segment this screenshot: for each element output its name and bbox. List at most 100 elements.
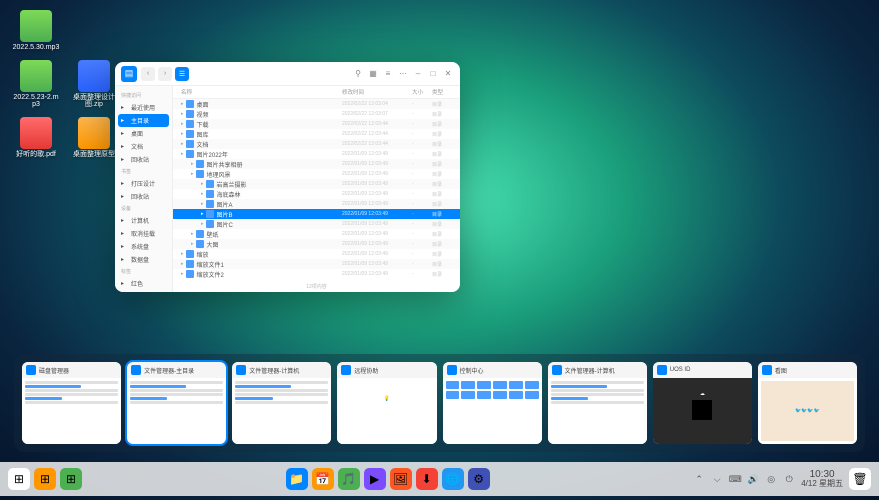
file-date: 2022/02/22 12:03:07 <box>342 111 412 117</box>
file-date: 2022/02/22 12:03:44 <box>342 141 412 147</box>
clock[interactable]: 10:30 4/12 星期五 <box>801 470 843 488</box>
file-label: 2022.5.30.mp3 <box>12 44 60 52</box>
col-size[interactable]: 大小 <box>412 88 432 96</box>
sidebar-item[interactable]: ▸计算机 <box>115 214 172 227</box>
dock-app-icon[interactable]: ▶ <box>364 468 386 490</box>
file-row[interactable]: ▸视频2022/02/22 12:03:07-目录 <box>173 109 460 119</box>
file-name: 缩放文件2 <box>197 270 224 279</box>
task-thumbnail[interactable]: 看图🐦🐦🐦🐦 <box>758 362 857 444</box>
file-name: 图片共享相册 <box>207 160 243 169</box>
col-name[interactable]: 名称 <box>181 88 342 96</box>
app-icon <box>236 365 246 375</box>
file-date: 2022/02/22 12:03:44 <box>342 121 412 127</box>
sidebar-label: 系统盘 <box>131 242 149 251</box>
file-row[interactable]: ▸岩高兰摄影2022/01/09 12:03:49-目录 <box>173 179 460 189</box>
sidebar-item[interactable]: ▸系统盘 <box>115 240 172 253</box>
sidebar-item[interactable]: ▸文档 <box>115 140 172 153</box>
power-icon[interactable]: ⏻ <box>783 473 795 485</box>
file-row[interactable]: ▸大图2022/01/09 12:03:49-目录 <box>173 239 460 249</box>
tray-up-icon[interactable]: ⌃ <box>693 473 705 485</box>
task-thumbnail[interactable]: 文件管理器-计算机 <box>232 362 331 444</box>
file-row[interactable]: ▸缩放文件22022/01/09 12:03:49-目录 <box>173 269 460 279</box>
file-row[interactable]: ▸地理风景2022/01/09 12:03:49-目录 <box>173 169 460 179</box>
launcher-icon[interactable]: ⊞ <box>34 468 56 490</box>
keyboard-icon[interactable]: ⌨ <box>729 473 741 485</box>
file-row[interactable]: ▸图片2022年2022/01/09 12:03:49-目录 <box>173 149 460 159</box>
file-type: 目录 <box>432 111 452 118</box>
task-thumbnail[interactable]: 远程协助💡 <box>337 362 436 444</box>
dock-app-icon[interactable]: 📁 <box>286 468 308 490</box>
sidebar-item[interactable]: ▸取消挂载 <box>115 227 172 240</box>
file-type: 目录 <box>432 211 452 218</box>
dock-app-icon[interactable]: 🖼 <box>390 468 412 490</box>
menu-icon[interactable]: ⋯ <box>397 68 409 80</box>
file-row[interactable]: ▸海底森林2022/01/09 12:03:49-目录 <box>173 189 460 199</box>
file-type: 目录 <box>432 241 452 248</box>
file-row[interactable]: ▸图片C2022/01/09 12:03:49-目录 <box>173 219 460 229</box>
task-thumbnail[interactable]: 控制中心 <box>443 362 542 444</box>
file-row[interactable]: ▸缩放文件12022/01/09 12:03:49-目录 <box>173 259 460 269</box>
dock-app-icon[interactable]: 📅 <box>312 468 334 490</box>
clock-date: 4/12 星期五 <box>801 480 843 488</box>
sidebar-item[interactable]: ▸桌面 <box>115 127 172 140</box>
forward-button[interactable]: › <box>158 67 172 81</box>
file-row[interactable]: ▸图片A2022/01/09 12:03:49-目录 <box>173 199 460 209</box>
sidebar-item[interactable]: ▸最近使用 <box>115 101 172 114</box>
sidebar-item[interactable]: ▸回收站 <box>115 153 172 166</box>
desktop-icon[interactable]: 2022.5.30.mp3 <box>12 10 60 52</box>
folder-icon <box>186 150 194 158</box>
file-row[interactable]: ▸下载2022/02/22 12:03:44-目录 <box>173 119 460 129</box>
desktop-icon[interactable]: 2022.5.23-2.mp3 <box>12 60 60 109</box>
col-date[interactable]: 修改时间 <box>342 88 412 96</box>
sidebar-item[interactable]: ▸红色 <box>115 277 172 290</box>
sidebar-label: 文档 <box>131 142 143 151</box>
sidebar-item[interactable]: ▸回收站 <box>115 190 172 203</box>
close-icon[interactable]: ✕ <box>442 68 454 80</box>
sidebar-item[interactable]: ▸主目录 <box>118 114 169 127</box>
maximize-icon[interactable]: □ <box>427 68 439 80</box>
file-row[interactable]: ▸图库2022/02/22 12:03:44-目录 <box>173 129 460 139</box>
back-button[interactable]: ‹ <box>141 67 155 81</box>
file-label: 桌面整理原型 <box>70 151 118 159</box>
sidebar-item[interactable]: ▸数据盘 <box>115 253 172 266</box>
file-name: 桌面 <box>197 100 209 109</box>
file-size: - <box>412 141 432 147</box>
task-thumbnail[interactable]: UOS ID☁ <box>653 362 752 444</box>
task-thumbnail[interactable]: 文件管理器-主目录 <box>127 362 226 444</box>
search-icon[interactable]: ⚲ <box>352 68 364 80</box>
file-row[interactable]: ▸图片B2022/01/09 12:03:49-目录 <box>173 209 460 219</box>
minimize-icon[interactable]: – <box>412 68 424 80</box>
dock-app-icon[interactable]: 🎵 <box>338 468 360 490</box>
dock-app-icon[interactable]: ⚙ <box>468 468 490 490</box>
file-name: 岩高兰摄影 <box>217 180 247 189</box>
wifi-icon[interactable]: ⌵ <box>711 473 723 485</box>
view-grid-icon[interactable]: ▦ <box>367 68 379 80</box>
file-row[interactable]: ▸图片共享相册2022/01/09 12:03:49-目录 <box>173 159 460 169</box>
folder-icon: ▸ <box>121 156 128 163</box>
dock-app-icon[interactable]: 🌐 <box>442 468 464 490</box>
file-type: 目录 <box>432 221 452 228</box>
notification-icon[interactable]: ◎ <box>765 473 777 485</box>
desktop-icon[interactable]: 桌面整理原型 <box>70 117 118 159</box>
desktop-icon[interactable]: 桌面整理设计图.zip <box>70 60 118 109</box>
task-thumbnail[interactable]: 文件管理器-计算机 <box>548 362 647 444</box>
app-icon <box>762 365 772 375</box>
launcher-icon[interactable]: ⊞ <box>8 468 30 490</box>
folder-icon <box>206 210 214 218</box>
trash-icon[interactable]: 🗑 <box>849 468 871 490</box>
volume-icon[interactable]: 🔊 <box>747 473 759 485</box>
sidebar-item[interactable]: ▸打压设计 <box>115 177 172 190</box>
col-type[interactable]: 类型 <box>432 88 452 96</box>
desktop-icon[interactable]: 好听的歌.pdf <box>12 117 60 159</box>
launcher-icon[interactable]: ⊞ <box>60 468 82 490</box>
view-list-icon[interactable]: ≡ <box>382 68 394 80</box>
file-row[interactable]: ▸文档2022/02/22 12:03:44-目录 <box>173 139 460 149</box>
dock-app-icon[interactable]: ⬇ <box>416 468 438 490</box>
file-row[interactable]: ▸壁纸2022/01/09 12:03:49-目录 <box>173 229 460 239</box>
task-thumbnail[interactable]: 磁盘管理器 <box>22 362 121 444</box>
task-header: 看图 <box>758 362 857 378</box>
view-toggle[interactable]: ☰ <box>175 67 189 81</box>
file-row[interactable]: ▸缩放2022/01/09 12:03:49-目录 <box>173 249 460 259</box>
file-row[interactable]: ▸桌面2022/02/22 12:03:04-目录 <box>173 99 460 109</box>
folder-icon: ▸ <box>121 104 128 111</box>
